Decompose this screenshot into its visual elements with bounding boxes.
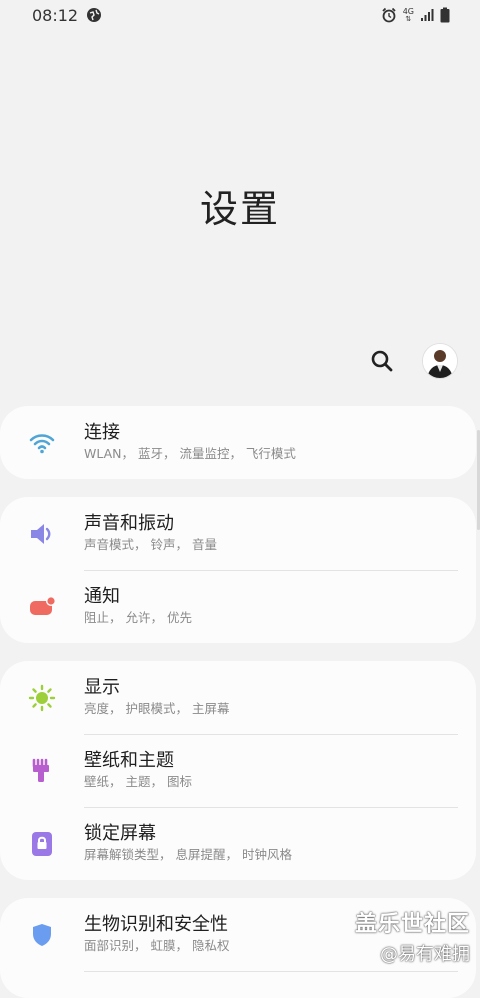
notification-icon: [28, 593, 56, 621]
settings-item-notifications[interactable]: 通知 阻止， 允许， 优先: [0, 570, 476, 643]
divider: [84, 971, 458, 972]
volume-icon: [28, 520, 56, 548]
settings-item-subtitle: 阻止， 允许， 优先: [84, 610, 192, 625]
settings-item-subtitle: WLAN， 蓝牙， 流量监控， 飞行模式: [84, 446, 296, 461]
network-4g-icon: 4G ⇅: [402, 6, 414, 23]
wifi-icon: [28, 429, 56, 457]
settings-item-display[interactable]: 显示 亮度， 护眼模式， 主屏幕: [0, 661, 476, 734]
search-icon: [371, 350, 393, 372]
battery-icon: [440, 7, 450, 23]
watermark-title: 盖乐世社区: [354, 912, 470, 937]
settings-item-sound-vibration[interactable]: 声音和振动 声音模式， 铃声， 音量: [0, 497, 476, 570]
page-title: 设置: [199, 187, 280, 231]
shield-icon: [28, 921, 56, 949]
settings-item-subtitle: 壁纸， 主题， 图标: [84, 774, 192, 789]
status-time: 08:12: [32, 5, 79, 25]
alarm-icon: [382, 7, 396, 23]
settings-item-title: 连接: [84, 422, 120, 443]
avatar[interactable]: [422, 343, 458, 379]
settings-item-subtitle: 屏幕解锁类型， 息屏提醒， 时钟风格: [84, 847, 292, 862]
settings-group-connections: 连接 WLAN， 蓝牙， 流量监控， 飞行模式: [0, 406, 476, 479]
settings-item-title: 显示: [84, 677, 120, 698]
avatar-image: [423, 344, 457, 378]
settings-item-title: 壁纸和主题: [84, 750, 174, 771]
settings-item-title: 生物识别和安全性: [84, 914, 228, 935]
status-bar: 08:12 4G ⇅: [0, 0, 480, 30]
watermark-handle: @易有难拥: [380, 944, 470, 965]
paintbrush-icon: [28, 757, 56, 785]
settings-item-title: 声音和振动: [84, 513, 174, 534]
header-toolbar: [364, 343, 458, 379]
settings-item-wallpaper-themes[interactable]: 壁纸和主题 壁纸， 主题， 图标: [0, 734, 476, 807]
settings-group-display: 显示 亮度， 护眼模式， 主屏幕 壁纸和主题 壁纸， 主题， 图标 锁定屏幕 屏…: [0, 661, 476, 880]
signal-icon: [421, 9, 434, 21]
settings-item-title: 锁定屏幕: [84, 823, 156, 844]
brightness-icon: [28, 684, 56, 712]
settings-item-subtitle: 亮度， 护眼模式， 主屏幕: [84, 701, 230, 716]
settings-item-title: 通知: [84, 586, 120, 607]
search-button[interactable]: [364, 343, 400, 379]
settings-item-lock-screen[interactable]: 锁定屏幕 屏幕解锁类型， 息屏提醒， 时钟风格: [0, 807, 476, 880]
watermark: 盖乐世社区 @易有难拥: [355, 906, 470, 966]
settings-item-subtitle: 声音模式， 铃声， 音量: [84, 537, 217, 552]
settings-item-subtitle: 面部识别， 虹膜， 隐私权: [84, 938, 230, 953]
globe-icon: [87, 8, 102, 22]
settings-item-connections[interactable]: 连接 WLAN， 蓝牙， 流量监控， 飞行模式: [0, 406, 476, 479]
lock-icon: [28, 830, 56, 858]
settings-group-sound-notifications: 声音和振动 声音模式， 铃声， 音量 通知 阻止， 允许， 优先: [0, 497, 476, 643]
